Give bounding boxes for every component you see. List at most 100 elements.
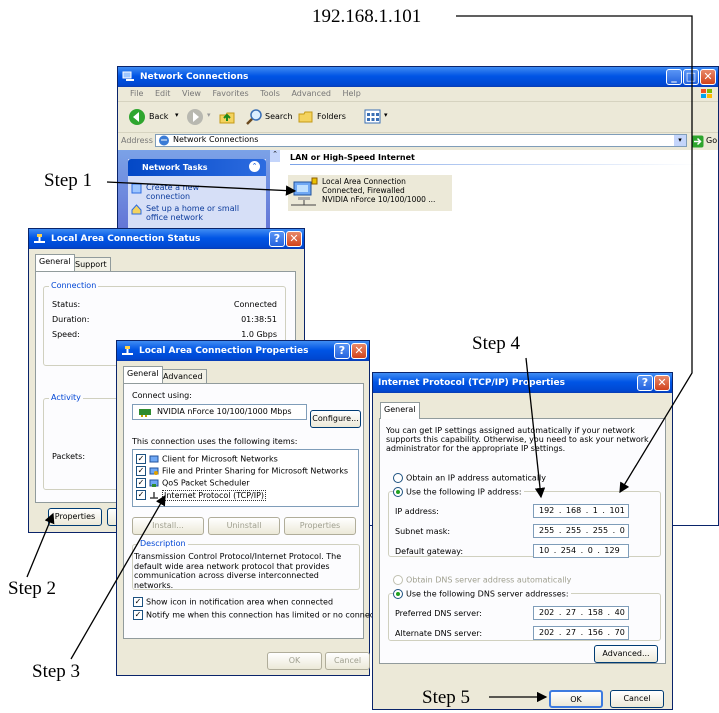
tab-support[interactable]: Support	[71, 257, 111, 272]
list-item[interactable]: ✓ QoS Packet Scheduler	[136, 478, 250, 488]
back-arrow-icon[interactable]	[128, 108, 146, 126]
search-button[interactable]: Search	[265, 112, 292, 121]
section-underline	[290, 164, 700, 165]
ok-button[interactable]: OK	[267, 652, 322, 670]
tab-general[interactable]: General	[380, 402, 420, 419]
radio-button[interactable]	[393, 487, 403, 497]
cancel-button[interactable]: Cancel	[325, 652, 370, 670]
speed-label: Speed:	[52, 330, 80, 339]
menu-bar: File Edit View Favorites Tools Advanced …	[118, 87, 718, 101]
section-header: LAN or High-Speed Internet	[290, 153, 415, 162]
radio-button[interactable]	[393, 473, 403, 483]
notify-option[interactable]: ✓ Notify me when this connection has limi…	[133, 610, 394, 620]
preferred-dns-label: Preferred DNS server:	[395, 609, 482, 618]
properties-dialog-titlebar[interactable]: Local Area Connection Properties ? ✕	[117, 341, 369, 361]
menu-help[interactable]: Help	[343, 89, 361, 98]
menu-view[interactable]: View	[182, 89, 201, 98]
advanced-button[interactable]: Advanced...	[594, 645, 658, 663]
views-icon[interactable]	[364, 109, 382, 125]
menu-advanced[interactable]: Advanced	[291, 89, 331, 98]
help-button[interactable]: ?	[269, 231, 285, 247]
collapse-chevron-icon[interactable]: ⌃	[249, 161, 260, 172]
connect-using-label: Connect using:	[132, 391, 192, 400]
description-text: Transmission Control Protocol/Internet P…	[134, 552, 342, 590]
status-dialog-titlebar[interactable]: Local Area Connection Status ? ✕	[29, 229, 304, 249]
checkbox[interactable]: ✓	[136, 454, 146, 464]
status-label: Status:	[52, 300, 81, 309]
lan-connection-item[interactable]: Local Area Connection Connected, Firewal…	[288, 175, 452, 211]
forward-arrow-icon[interactable]	[186, 108, 204, 126]
configure-button[interactable]: Configure...	[310, 410, 361, 428]
close-button[interactable]: ✕	[351, 343, 367, 359]
checkbox[interactable]: ✓	[136, 478, 146, 488]
ip-callout-label: 192.168.1.101	[312, 6, 422, 27]
network-connections-titlebar[interactable]: Network Connections _ □ ✕	[118, 67, 718, 87]
maximize-button[interactable]: □	[683, 69, 699, 85]
show-icon-option[interactable]: ✓ Show icon in notification area when con…	[133, 597, 333, 607]
menu-favorites[interactable]: Favorites	[213, 89, 249, 98]
alternate-dns-field[interactable]: 202 . 27 . 156 . 70	[533, 626, 629, 640]
network-connections-icon	[159, 135, 169, 146]
go-button[interactable]: Go	[706, 136, 717, 145]
subnet-mask-label: Subnet mask:	[395, 527, 451, 536]
network-tasks-header[interactable]: Network Tasks ⌃	[128, 159, 266, 176]
gateway-field[interactable]: 10 . 254 . 0 . 129	[533, 544, 629, 558]
checkbox[interactable]: ✓	[133, 597, 143, 607]
close-button[interactable]: ✕	[700, 69, 716, 85]
properties-dialog: Local Area Connection Properties ? ✕ Gen…	[116, 340, 394, 676]
auto-dns-option[interactable]: Obtain DNS server address automatically	[393, 575, 571, 585]
go-arrow-icon[interactable]	[691, 135, 704, 148]
folders-button[interactable]: Folders	[317, 112, 346, 121]
auto-ip-option[interactable]: Obtain an IP address automatically	[393, 473, 546, 483]
item-properties-button[interactable]: Properties	[284, 517, 356, 535]
scroll-up-arrow[interactable]: ⌃	[270, 150, 280, 162]
ok-button[interactable]: OK	[549, 690, 603, 708]
address-field[interactable]: Network Connections ▾	[155, 134, 687, 147]
up-folder-icon[interactable]	[218, 108, 236, 126]
list-item-tcpip[interactable]: ✓ Internet Protocol (TCP/IP)	[136, 489, 267, 501]
radio-button[interactable]	[393, 575, 403, 585]
dialog-title: Local Area Connection Status	[51, 234, 201, 244]
use-dns-option[interactable]: Use the following DNS server addresses:	[393, 589, 571, 599]
network-icon	[122, 71, 134, 81]
close-button[interactable]: ✕	[286, 231, 302, 247]
checkbox[interactable]: ✓	[136, 466, 146, 476]
install-button[interactable]: Install...	[132, 517, 204, 535]
preferred-dns-field[interactable]: 202 . 27 . 158 . 40	[533, 606, 629, 620]
back-dropdown-icon[interactable]: ▾	[175, 111, 179, 119]
minimize-button[interactable]: _	[666, 69, 682, 85]
address-dropdown-icon[interactable]: ▾	[674, 135, 686, 146]
use-ip-option[interactable]: Use the following IP address:	[393, 487, 524, 497]
speed-value: 1.0 Gbps	[241, 330, 277, 339]
list-item[interactable]: ✓ Client for Microsoft Networks	[136, 454, 278, 464]
windows-logo-icon	[701, 89, 712, 98]
checkbox[interactable]: ✓	[133, 610, 143, 620]
intro-text: You can get IP settings assigned automat…	[386, 426, 649, 453]
uninstall-button[interactable]: Uninstall	[208, 517, 280, 535]
menu-edit[interactable]: Edit	[155, 89, 171, 98]
duration-value: 01:38:51	[241, 315, 277, 324]
list-item[interactable]: ✓ File and Printer Sharing for Microsoft …	[136, 466, 348, 476]
radio-button[interactable]	[393, 589, 403, 599]
views-dropdown-icon[interactable]: ▾	[384, 111, 388, 119]
step-2-label: Step 2	[8, 578, 57, 599]
help-button[interactable]: ?	[334, 343, 350, 359]
status-value: Connected	[233, 300, 277, 309]
close-button[interactable]: ✕	[654, 375, 670, 391]
back-button[interactable]: Back	[149, 112, 168, 121]
tcpip-dialog-titlebar[interactable]: Internet Protocol (TCP/IP) Properties ? …	[373, 373, 672, 393]
cancel-button[interactable]: Cancel	[610, 690, 664, 708]
checkbox[interactable]: ✓	[136, 490, 146, 500]
help-button[interactable]: ?	[637, 375, 653, 391]
menu-tools[interactable]: Tools	[260, 89, 280, 98]
subnet-mask-field[interactable]: 255 . 255 . 255 . 0	[533, 524, 629, 538]
tab-general[interactable]: General	[35, 254, 75, 271]
alternate-dns-label: Alternate DNS server:	[395, 629, 483, 638]
ip-address-field[interactable]: 192 . 168 . 1 . 101	[533, 504, 629, 518]
menu-file[interactable]: File	[130, 89, 143, 98]
step-5-label: Step 5	[422, 687, 471, 708]
forward-dropdown-icon[interactable]: ▾	[207, 111, 211, 119]
tab-general[interactable]: General	[123, 366, 163, 383]
tab-advanced[interactable]: Advanced	[159, 369, 207, 384]
status-properties-button[interactable]: Properties	[48, 508, 102, 526]
